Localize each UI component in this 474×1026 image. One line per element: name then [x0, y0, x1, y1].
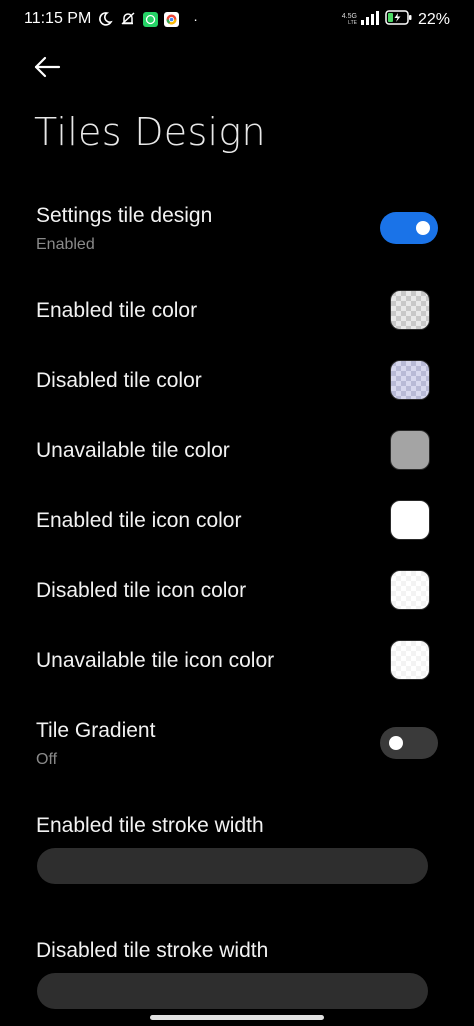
unavailable-tile-color-swatch[interactable]: [390, 430, 430, 470]
battery-charging-icon: [385, 10, 413, 30]
setting-row-tile-design[interactable]: Settings tile design Enabled: [0, 200, 474, 264]
back-button[interactable]: [30, 54, 64, 84]
toggle-knob: [389, 736, 403, 750]
status-bar: 11:15 PM · 4.5G LTE 22%: [0, 0, 474, 40]
setting-label: Unavailable tile color: [36, 439, 230, 462]
status-dot: ·: [193, 11, 198, 27]
setting-label: Disabled tile icon color: [36, 579, 247, 602]
setting-row-enabled-tile-icon-color[interactable]: Enabled tile icon color: [0, 500, 474, 544]
signal-icon: [360, 10, 380, 30]
network-type-top: 4.5G: [341, 13, 357, 20]
tile-gradient-toggle[interactable]: [380, 727, 438, 759]
setting-row-enabled-tile-color[interactable]: Enabled tile color: [0, 290, 474, 334]
setting-label: Disabled tile stroke width: [36, 939, 269, 962]
setting-label: Disabled tile color: [36, 369, 202, 392]
setting-label: Enabled tile color: [36, 299, 198, 322]
setting-status: Enabled: [36, 236, 95, 253]
whatsapp-icon: [143, 11, 159, 27]
setting-row-unavailable-tile-icon-color[interactable]: Unavailable tile icon color: [0, 640, 474, 684]
setting-row-tile-gradient[interactable]: Tile Gradient Off: [0, 715, 474, 779]
battery-percent: 22%: [417, 11, 450, 28]
status-bar-left: 11:15 PM ·: [24, 10, 198, 28]
setting-label: Unavailable tile icon color: [36, 649, 275, 672]
enabled-tile-color-swatch[interactable]: [390, 290, 430, 330]
setting-label: Tile Gradient: [36, 719, 156, 742]
enabled-stroke-width-slider[interactable]: [37, 848, 428, 884]
setting-label: Settings tile design: [36, 204, 213, 227]
disabled-stroke-width-slider[interactable]: [37, 973, 428, 1009]
disabled-tile-icon-color-swatch[interactable]: [390, 570, 430, 610]
tile-design-toggle[interactable]: [380, 212, 438, 244]
network-type: 4.5G LTE: [342, 13, 357, 27]
toggle-knob: [416, 221, 430, 235]
arrow-left-icon: [33, 56, 61, 83]
muted-bell-icon: [119, 11, 137, 27]
status-bar-right: 4.5G LTE 22%: [342, 10, 450, 30]
chrome-icon: [164, 11, 180, 27]
moon-icon: [97, 11, 113, 27]
unavailable-tile-icon-color-swatch[interactable]: [390, 640, 430, 680]
setting-row-disabled-stroke-width: Disabled tile stroke width: [0, 935, 474, 1015]
setting-row-unavailable-tile-color[interactable]: Unavailable tile color: [0, 430, 474, 474]
home-indicator[interactable]: [150, 1015, 324, 1020]
disabled-tile-color-swatch[interactable]: [390, 360, 430, 400]
network-type-bottom: LTE: [348, 20, 357, 26]
setting-row-disabled-tile-color[interactable]: Disabled tile color: [0, 360, 474, 404]
setting-row-disabled-tile-icon-color[interactable]: Disabled tile icon color: [0, 570, 474, 614]
setting-label: Enabled tile icon color: [36, 509, 242, 532]
setting-label: Enabled tile stroke width: [36, 814, 264, 837]
status-time: 11:15 PM: [24, 10, 92, 27]
page-title: Tiles Design: [34, 110, 266, 154]
setting-row-enabled-stroke-width: Enabled tile stroke width: [0, 810, 474, 890]
enabled-tile-icon-color-swatch[interactable]: [390, 500, 430, 540]
setting-status: Off: [36, 751, 58, 768]
